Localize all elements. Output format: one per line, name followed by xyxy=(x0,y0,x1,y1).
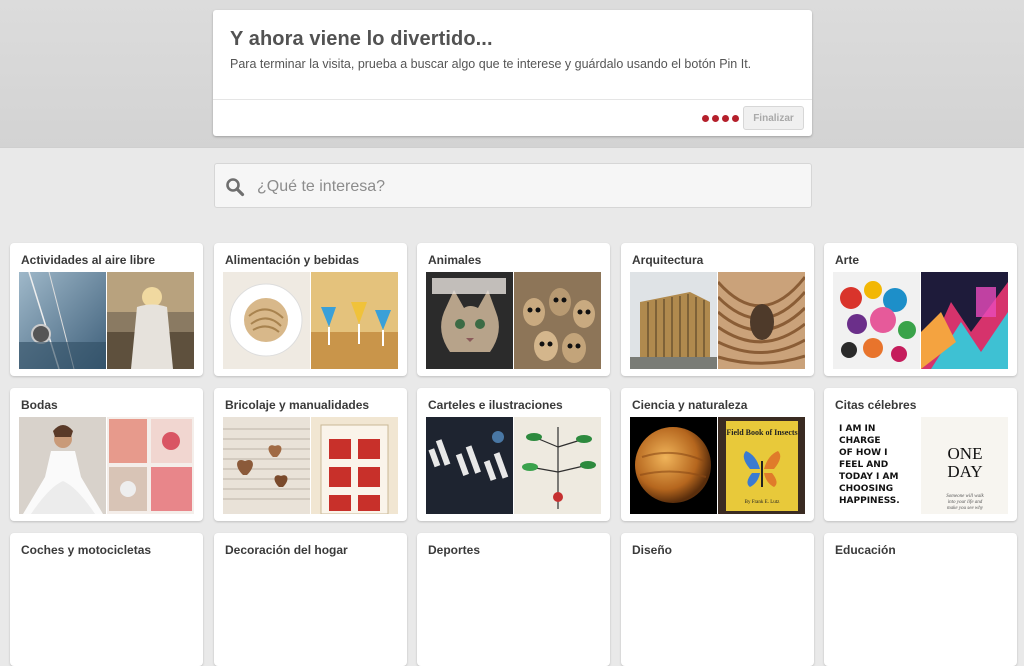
quote-text-line: into your life and xyxy=(948,500,983,505)
category-thumbnail: I AM IN CHARGE OF HOW I FEEL AND TODAY I AM C… xyxy=(833,417,920,514)
category-thumbnail xyxy=(107,417,194,514)
tour-footer: Finalizar xyxy=(213,99,812,137)
category-thumbnail xyxy=(514,417,601,514)
category-label: Arte xyxy=(835,253,860,267)
category-grid: Actividades al aire libre Alimentación y… xyxy=(10,243,1024,666)
category-label: Actividades al aire libre xyxy=(21,253,156,267)
book-cover-author: By Frank E. Lutz xyxy=(745,500,780,505)
category-thumbnail xyxy=(718,272,805,369)
quote-text-line: DAY xyxy=(947,462,982,481)
tour-title: Y ahora viene lo divertido... xyxy=(230,28,493,50)
finish-button[interactable]: Finalizar xyxy=(743,106,804,130)
category-thumbnail xyxy=(630,417,717,514)
category-card-illustrations-posters[interactable]: Carteles e ilustraciones xyxy=(417,388,610,521)
search-bar[interactable] xyxy=(214,163,812,208)
quote-text-line: I AM IN xyxy=(839,424,875,434)
quote-text-line: make you see why xyxy=(947,506,984,511)
category-thumbnail xyxy=(426,417,513,514)
quote-text-line: Someone will walk xyxy=(946,494,984,499)
category-thumbnail: Field Book of Insects By Frank E. Lutz xyxy=(718,417,805,514)
quote-text-line: CHARGE xyxy=(839,436,881,446)
category-card-science-nature[interactable]: Ciencia y naturaleza Field Book of Insec… xyxy=(621,388,814,521)
category-label: Diseño xyxy=(632,543,673,557)
search-input[interactable] xyxy=(257,176,797,198)
category-thumbnail xyxy=(833,272,920,369)
category-card-diy-crafts[interactable]: Bricolaje y manualidades xyxy=(214,388,407,521)
category-thumbnail xyxy=(311,272,398,369)
category-thumbnail xyxy=(19,417,106,514)
category-label: Animales xyxy=(428,253,482,267)
progress-dot xyxy=(702,115,709,122)
category-thumbnail xyxy=(223,417,310,514)
category-thumbnail xyxy=(311,417,398,514)
category-card-outdoors[interactable]: Actividades al aire libre xyxy=(10,243,203,376)
category-card-design[interactable]: Diseño xyxy=(621,533,814,666)
category-thumbnail xyxy=(107,272,194,369)
quote-text-line: HAPPINESS. xyxy=(839,496,900,506)
book-cover-title: Field Book of Insects xyxy=(726,428,797,437)
category-label: Ciencia y naturaleza xyxy=(632,398,748,412)
category-thumbnail xyxy=(630,272,717,369)
category-card-food-drink[interactable]: Alimentación y bebidas xyxy=(214,243,407,376)
category-label: Bricolaje y manualidades xyxy=(225,398,370,412)
category-card-animals[interactable]: Animales xyxy=(417,243,610,376)
quote-text-line: TODAY I AM xyxy=(839,472,898,482)
progress-dot xyxy=(712,115,719,122)
category-thumbnail xyxy=(19,272,106,369)
category-thumbnail xyxy=(514,272,601,369)
category-card-home-decor[interactable]: Decoración del hogar xyxy=(214,533,407,666)
category-thumbnail: ONE DAY Someone will walk into your life a… xyxy=(921,417,1008,514)
category-label: Bodas xyxy=(21,398,58,412)
quote-text-line: ONE xyxy=(948,444,983,463)
search-icon xyxy=(226,178,245,197)
progress-dot xyxy=(722,115,729,122)
quote-text-line: FEEL AND xyxy=(839,460,888,470)
category-card-quotes[interactable]: Citas célebres I AM IN CHARGE OF HOW I FEEL… xyxy=(824,388,1017,521)
progress-dot xyxy=(732,115,739,122)
category-label: Citas célebres xyxy=(835,398,917,412)
category-card-education[interactable]: Educación xyxy=(824,533,1017,666)
category-thumbnail xyxy=(223,272,310,369)
category-card-cars-motorcycles[interactable]: Coches y motocicletas xyxy=(10,533,203,666)
category-label: Educación xyxy=(835,543,896,557)
category-label: Decoración del hogar xyxy=(225,543,348,557)
category-thumbnail xyxy=(426,272,513,369)
tour-dialog: Y ahora viene lo divertido... Para termi… xyxy=(213,10,812,136)
category-label: Alimentación y bebidas xyxy=(225,253,360,267)
category-card-sports[interactable]: Deportes xyxy=(417,533,610,666)
quote-text-line: OF HOW I xyxy=(839,448,888,458)
tour-progress-dots xyxy=(702,115,739,122)
tour-description: Para terminar la visita, prueba a buscar… xyxy=(230,57,752,71)
category-label: Arquitectura xyxy=(632,253,704,267)
category-thumbnail xyxy=(921,272,1008,369)
category-card-art[interactable]: Arte xyxy=(824,243,1017,376)
category-label: Carteles e ilustraciones xyxy=(428,398,563,412)
category-label: Deportes xyxy=(428,543,481,557)
category-card-architecture[interactable]: Arquitectura xyxy=(621,243,814,376)
category-label: Coches y motocicletas xyxy=(21,543,152,557)
category-card-weddings[interactable]: Bodas xyxy=(10,388,203,521)
quote-text-line: CHOOSING xyxy=(839,484,893,494)
